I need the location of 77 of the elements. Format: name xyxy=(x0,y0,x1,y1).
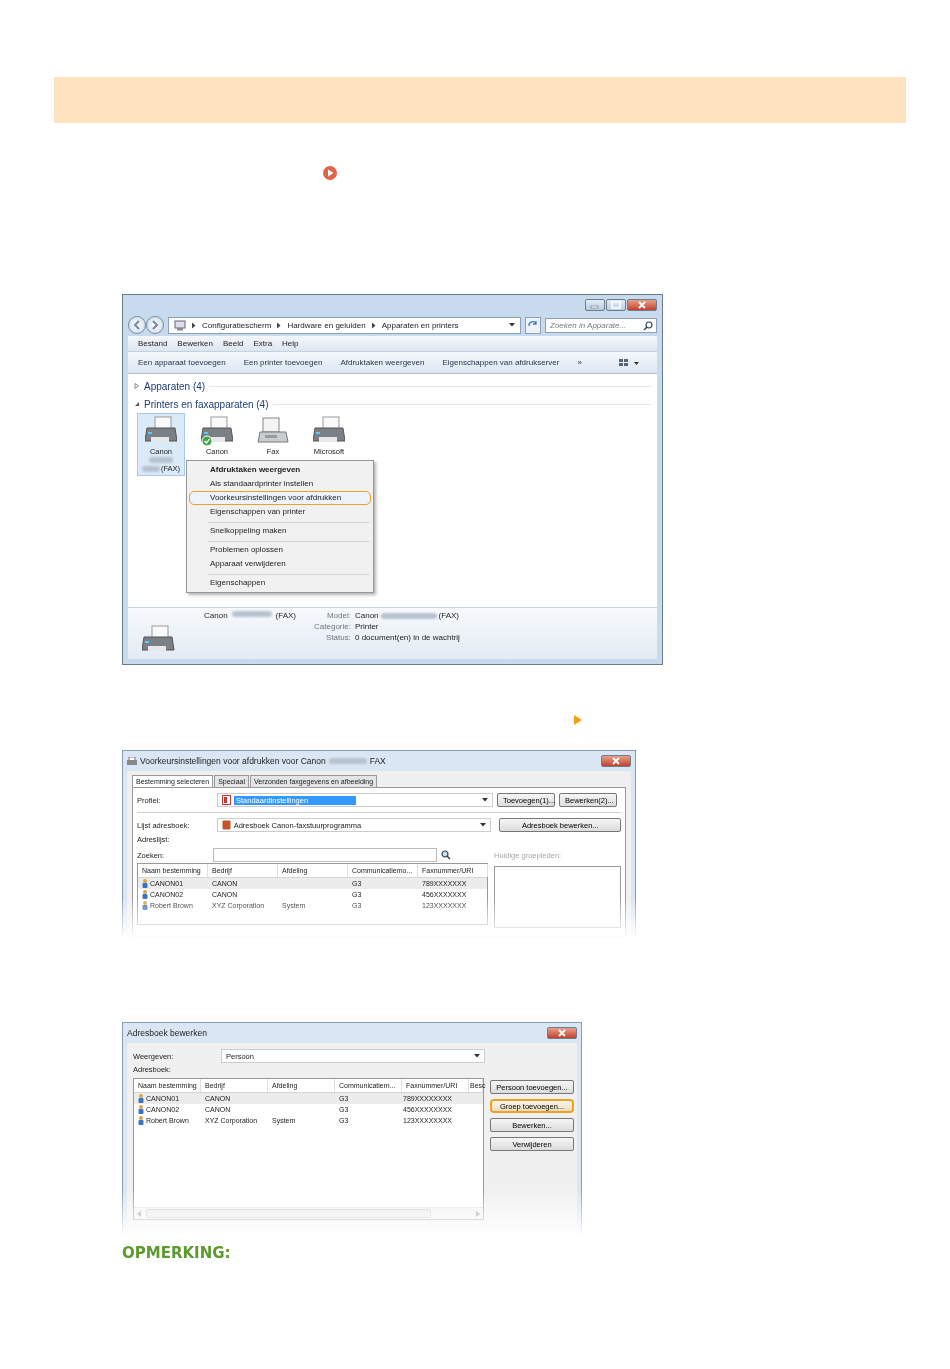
scroll-left-icon xyxy=(137,1210,142,1217)
detail-label: Model: xyxy=(325,611,351,620)
detail-label: Categorie: xyxy=(314,622,351,631)
chevron-right-icon xyxy=(191,321,197,329)
view-grid-icon xyxy=(617,357,640,368)
toolbar-button[interactable]: Eigenschappen van afdrukserver xyxy=(442,358,560,367)
expand-arrow-icon[interactable] xyxy=(134,383,140,389)
play-icon[interactable] xyxy=(322,165,338,181)
breadcrumb-item[interactable]: Configuratiescherm xyxy=(202,320,272,330)
breadcrumb-item[interactable]: Apparaten en printers xyxy=(381,320,459,330)
person-icon xyxy=(142,890,148,899)
view-options-button[interactable] xyxy=(617,357,640,368)
toolbar-button[interactable]: » xyxy=(577,358,582,367)
menu-item[interactable]: Bewerken xyxy=(177,339,213,348)
breadcrumb-item[interactable]: Hardware en geluiden xyxy=(287,320,366,330)
detail-label: Status: xyxy=(325,633,351,642)
menu-item[interactable]: Eigenschappen van printer xyxy=(189,505,371,519)
menu-item[interactable]: Apparaat verwijderen xyxy=(189,557,371,571)
caret-icon xyxy=(474,1054,480,1058)
device-name: Canon xyxy=(204,611,228,622)
scroll-right-icon xyxy=(475,1210,480,1217)
device-name: (FAX) xyxy=(275,611,297,622)
person-icon xyxy=(142,879,148,888)
detail-value: Canon xyxy=(354,611,379,620)
group-header[interactable]: Printers en faxapparaten (4) xyxy=(144,398,269,410)
chevron-right-icon xyxy=(276,321,283,329)
window-title: Voorkeursinstellingen voor afdrukken voor Canon xyxy=(140,756,326,766)
person-icon xyxy=(138,1105,144,1114)
menu-item[interactable]: Beeld xyxy=(222,339,244,348)
maximize-button[interactable] xyxy=(606,298,626,311)
address-bar[interactable]: Configuratiescherm Hardware en geluiden Apparaten en printers xyxy=(168,316,521,334)
arrow-right-icon xyxy=(150,320,160,330)
toolbar-button[interactable]: Afdruktaken weergeven xyxy=(340,358,425,367)
caret-icon xyxy=(482,798,488,802)
window-title: Adresboek bewerken xyxy=(127,1028,207,1038)
horizontal-scrollbar[interactable] xyxy=(134,1207,483,1219)
minimize-button[interactable] xyxy=(585,298,605,311)
menu-item[interactable]: Voorkeursinstellingen voor afdrukken xyxy=(189,491,371,505)
window-title: FAX xyxy=(369,756,386,766)
address-book-icon xyxy=(221,820,231,830)
menu-item[interactable]: Bestand xyxy=(138,339,168,348)
menu-item[interactable]: Extra xyxy=(253,339,273,348)
search-icon xyxy=(643,320,653,331)
back-button[interactable] xyxy=(128,316,146,334)
search-field[interactable] xyxy=(213,848,437,862)
menu-item[interactable]: Als standaardprinter instellen xyxy=(189,477,371,491)
close-button[interactable] xyxy=(547,1027,577,1039)
detail-value: Printer xyxy=(354,622,379,631)
search-field[interactable]: Zoeken in Apparate... xyxy=(545,317,657,333)
search-icon[interactable] xyxy=(441,850,451,860)
note-heading: OPMERKING: xyxy=(122,1244,232,1262)
triangle-right-icon[interactable] xyxy=(573,714,583,726)
toolbar-button[interactable]: Een printer toevoegen xyxy=(243,358,323,367)
menu-item[interactable]: Afdruktaken weergeven xyxy=(189,463,371,477)
blurred-text-patch xyxy=(149,457,173,463)
profile-icon xyxy=(222,795,231,805)
caret-icon xyxy=(480,823,487,827)
person-icon xyxy=(138,1116,144,1125)
person-icon xyxy=(142,901,148,910)
collapse-arrow-icon[interactable] xyxy=(134,401,140,407)
caret-icon[interactable] xyxy=(509,323,515,327)
refresh-button[interactable] xyxy=(525,316,541,334)
detail-value: 0 document(en) in de wachtrij xyxy=(354,633,460,642)
blurred-text-patch xyxy=(141,465,160,472)
forward-button[interactable] xyxy=(146,316,164,334)
person-icon xyxy=(138,1094,144,1103)
blurred-text-patch xyxy=(328,758,367,764)
close-button[interactable] xyxy=(627,298,657,311)
chevron-right-icon xyxy=(370,321,377,329)
menu-item[interactable]: Help xyxy=(282,339,299,348)
group-header[interactable]: Apparaten (4) xyxy=(144,380,206,392)
close-button[interactable] xyxy=(601,755,631,767)
printer-icon xyxy=(127,756,137,766)
toolbar-button[interactable]: Een apparaat toevoegen xyxy=(138,358,226,367)
arrow-left-icon xyxy=(132,320,142,330)
detail-value: (FAX) xyxy=(438,611,459,620)
blurred-text-patch xyxy=(231,611,272,617)
